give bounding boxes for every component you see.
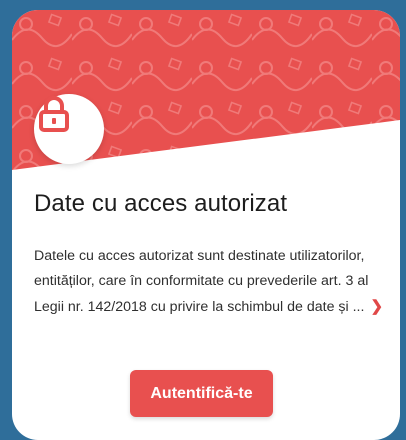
lock-badge [34, 94, 104, 164]
chevron-right-icon[interactable]: ❯ [370, 298, 383, 315]
card-banner [12, 10, 400, 170]
description-text: Datele cu acces autorizat sunt destinate… [34, 248, 369, 315]
card-title: Date cu acces autorizat [34, 190, 288, 217]
login-button[interactable]: Autentifică-te [130, 370, 273, 417]
card-description: Datele cu acces autorizat sunt destinate… [34, 244, 384, 320]
access-card: Date cu acces autorizat Datele cu acces … [12, 10, 400, 440]
